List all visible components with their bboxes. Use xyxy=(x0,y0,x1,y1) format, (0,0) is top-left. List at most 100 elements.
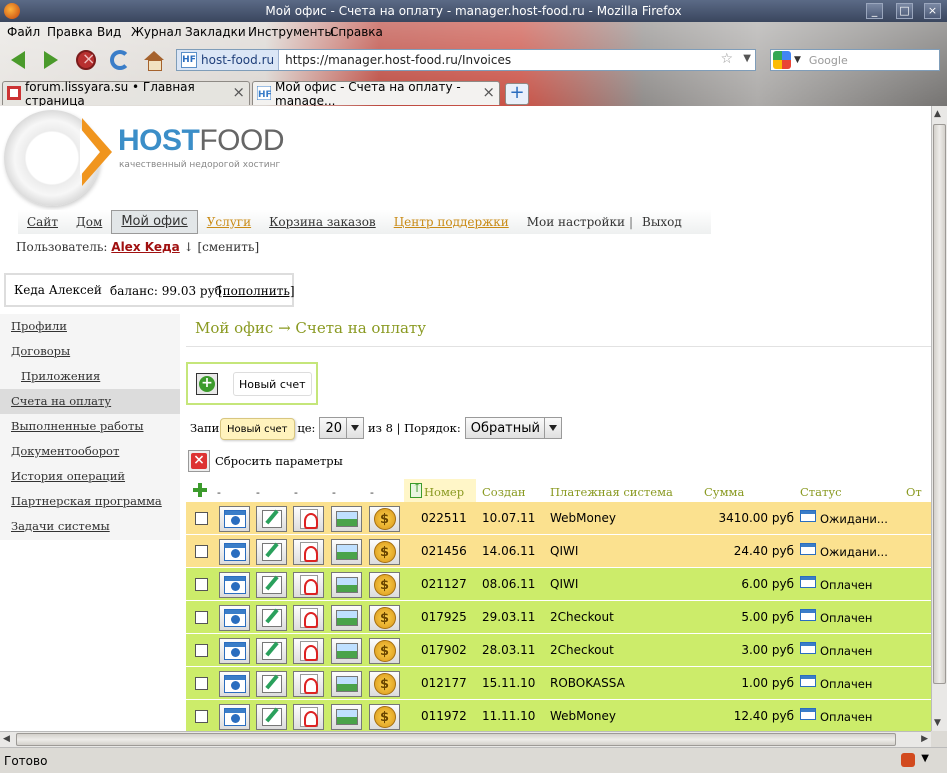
scroll-right-icon[interactable]: ▶ xyxy=(921,734,928,744)
edit-button[interactable] xyxy=(256,605,287,631)
menu-history[interactable]: Журнал xyxy=(131,25,182,39)
extension-icon[interactable] xyxy=(901,753,915,767)
table-row[interactable]: $021127 08.06.11 QIWI 6.00 руб Оплачен xyxy=(186,568,931,601)
image-button[interactable] xyxy=(331,506,362,532)
search-box[interactable]: ▼ Google xyxy=(770,49,940,71)
status-window-icon[interactable] xyxy=(800,675,816,687)
edit-button[interactable] xyxy=(256,671,287,697)
pdf-button[interactable] xyxy=(293,638,324,664)
menu-bookmarks[interactable]: Закладки xyxy=(185,25,246,39)
sidebar-item-contracts[interactable]: Договоры xyxy=(0,339,180,364)
status-window-icon[interactable] xyxy=(800,642,816,654)
pdf-button[interactable] xyxy=(293,671,324,697)
reset-icon[interactable] xyxy=(188,450,210,472)
pay-button[interactable]: $ xyxy=(369,572,400,598)
pay-button[interactable]: $ xyxy=(369,539,400,565)
image-button[interactable] xyxy=(331,539,362,565)
maximize-button[interactable]: □ xyxy=(896,3,913,19)
edit-button[interactable] xyxy=(256,539,287,565)
new-tab-button[interactable]: + xyxy=(505,83,529,105)
header-sum[interactable]: Сумма xyxy=(704,485,744,499)
home-button[interactable] xyxy=(141,48,167,72)
details-button[interactable] xyxy=(219,671,250,697)
topup-link[interactable]: [пополнить] xyxy=(218,284,295,298)
reload-button[interactable] xyxy=(107,48,133,72)
menu-edit[interactable]: Правка xyxy=(47,25,93,39)
pay-button[interactable]: $ xyxy=(369,605,400,631)
row-checkbox[interactable] xyxy=(195,644,208,657)
header-number[interactable]: Номер xyxy=(424,485,464,499)
tab-forum[interactable]: forum.lissyara.su • Главная страница × xyxy=(2,80,250,106)
header-created[interactable]: Создан xyxy=(482,485,526,499)
nav-site[interactable]: Сайт xyxy=(18,210,67,234)
add-column-icon[interactable] xyxy=(193,483,207,497)
minimize-button[interactable]: _ xyxy=(866,3,883,19)
scroll-up-icon[interactable]: ▲ xyxy=(934,109,941,119)
image-button[interactable] xyxy=(331,605,362,631)
close-window-button[interactable]: × xyxy=(924,3,941,19)
nav-logout[interactable]: Выход xyxy=(633,210,691,234)
scroll-left-icon[interactable]: ◀ xyxy=(3,734,10,744)
pay-button[interactable]: $ xyxy=(369,704,400,730)
scroll-down-icon[interactable]: ▼ xyxy=(934,718,941,728)
tab-close-icon[interactable]: × xyxy=(232,85,245,100)
new-invoice-button[interactable]: Новый счет xyxy=(233,372,312,396)
reset-label[interactable]: Сбросить параметры xyxy=(215,454,343,468)
forward-button[interactable] xyxy=(38,48,64,72)
edit-button[interactable] xyxy=(256,704,287,730)
edit-button[interactable] xyxy=(256,572,287,598)
table-row[interactable]: $017925 29.03.11 2Checkout 5.00 руб Оплачен xyxy=(186,601,931,634)
menu-tools[interactable]: Инструменты xyxy=(248,25,334,39)
order-select[interactable]: Обратный xyxy=(464,417,562,439)
engine-dropdown-icon[interactable]: ▼ xyxy=(794,55,801,65)
horizontal-scrollbar[interactable]: ◀ ▶ xyxy=(0,731,931,747)
site-logo[interactable]: HOSTFOOD xyxy=(118,124,285,158)
stop-button[interactable] xyxy=(73,48,99,72)
image-button[interactable] xyxy=(331,638,362,664)
image-button[interactable] xyxy=(331,704,362,730)
sidebar-item-attachments[interactable]: Приложения xyxy=(0,364,180,389)
pay-button[interactable]: $ xyxy=(369,638,400,664)
row-checkbox[interactable] xyxy=(195,512,208,525)
status-window-icon[interactable] xyxy=(800,576,816,588)
sidebar-item-profiles[interactable]: Профили xyxy=(0,314,180,339)
url-bar[interactable]: HF host-food.ru https://manager.host-foo… xyxy=(176,49,756,71)
status-window-icon[interactable] xyxy=(800,609,816,621)
table-row[interactable]: $021456 14.06.11 QIWI 24.40 руб Ожидани... xyxy=(186,535,931,568)
user-name-link[interactable]: Alex Keда xyxy=(111,240,179,254)
pdf-button[interactable] xyxy=(293,539,324,565)
add-invoice-icon[interactable] xyxy=(196,373,218,395)
pdf-button[interactable] xyxy=(293,572,324,598)
pay-button[interactable]: $ xyxy=(369,671,400,697)
status-window-icon[interactable] xyxy=(800,543,816,555)
sidebar-item-partners[interactable]: Партнерская программа xyxy=(0,489,180,514)
menu-file[interactable]: Файл xyxy=(7,25,40,39)
table-row[interactable]: $017902 28.03.11 2Checkout 3.00 руб Оплачен xyxy=(186,634,931,667)
image-button[interactable] xyxy=(331,572,362,598)
table-row[interactable]: $012177 15.11.10 ROBOKASSA 1.00 руб Оплачен xyxy=(186,667,931,700)
nav-services[interactable]: Услуги xyxy=(198,210,260,234)
row-checkbox[interactable] xyxy=(195,545,208,558)
reset-filters[interactable]: Сбросить параметры xyxy=(188,450,343,472)
table-row[interactable]: $022511 10.07.11 WebMoney 3410.00 руб Ожидан… xyxy=(186,502,931,535)
status-window-icon[interactable] xyxy=(800,510,816,522)
url-history-dropdown-icon[interactable]: ▼ xyxy=(743,53,751,64)
user-switch-link[interactable]: ↓ [сменить] xyxy=(180,240,260,254)
edit-button[interactable] xyxy=(256,506,287,532)
details-button[interactable] xyxy=(219,704,250,730)
nav-settings[interactable]: Мои настройки xyxy=(518,210,629,234)
sort-up-icon[interactable] xyxy=(410,481,422,498)
sidebar-item-completed-works[interactable]: Выполненные работы xyxy=(0,414,180,439)
pdf-button[interactable] xyxy=(293,704,324,730)
nav-cart[interactable]: Корзина заказов xyxy=(260,210,385,234)
status-window-icon[interactable] xyxy=(800,708,816,720)
details-button[interactable] xyxy=(219,572,250,598)
search-placeholder[interactable]: Google xyxy=(809,54,848,67)
image-button[interactable] xyxy=(331,671,362,697)
row-checkbox[interactable] xyxy=(195,677,208,690)
details-button[interactable] xyxy=(219,539,250,565)
vertical-scrollbar[interactable]: ▲ ▼ xyxy=(931,106,947,731)
menu-help[interactable]: Справка xyxy=(330,25,383,39)
vertical-scroll-thumb[interactable] xyxy=(933,124,946,684)
details-button[interactable] xyxy=(219,506,250,532)
